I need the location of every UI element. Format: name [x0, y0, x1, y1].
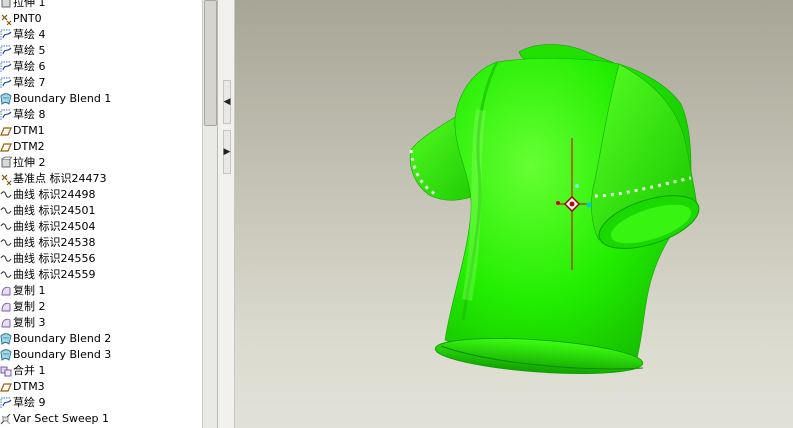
- tree-item[interactable]: 复制 2: [0, 299, 202, 315]
- boundary-blend-icon: [0, 92, 12, 106]
- tree-item[interactable]: 曲线 标识24556: [0, 251, 202, 267]
- curve-icon: [0, 204, 12, 218]
- copy-icon: [0, 316, 12, 330]
- tree-item-label: DTM2: [13, 140, 45, 153]
- tree-item-label: 草绘 9: [13, 396, 46, 409]
- tree-item[interactable]: 拉伸 2: [0, 155, 202, 171]
- tree-item[interactable]: 草绘 7: [0, 75, 202, 91]
- tree-item[interactable]: 曲线 标识24504: [0, 219, 202, 235]
- graphics-viewport[interactable]: [235, 0, 793, 428]
- tree-item[interactable]: 曲线 标识24538: [0, 235, 202, 251]
- datum-plane-icon: [0, 380, 12, 394]
- sketch-icon: [0, 60, 12, 74]
- tree-item-label: 复制 3: [13, 316, 46, 329]
- tree-item-label: 曲线 标识24556: [13, 252, 96, 265]
- tree-item-label: Boundary Blend 2: [13, 332, 112, 345]
- tree-item[interactable]: 草绘 8: [0, 107, 202, 123]
- scrollbar-thumb[interactable]: [204, 0, 217, 126]
- drag-handle-core: [569, 201, 575, 207]
- tree-item[interactable]: PNT0: [0, 11, 202, 27]
- curve-icon: [0, 188, 12, 202]
- tree-item[interactable]: 草绘 9: [0, 395, 202, 411]
- datum-plane-icon: [0, 124, 12, 138]
- var-sect-sweep-icon: [0, 412, 12, 426]
- tree-item-label: 基准点 标识24473: [13, 172, 107, 185]
- sketch-icon: [0, 44, 12, 58]
- tree-item[interactable]: 复制 1: [0, 283, 202, 299]
- drag-handle-node-top: [575, 184, 579, 188]
- chevron-left-icon: ◀: [223, 97, 231, 107]
- model-tree-scrollbar[interactable]: [202, 0, 218, 428]
- tree-item-label: 草绘 4: [13, 28, 46, 41]
- sketch-icon: [0, 28, 12, 42]
- tree-item-label: Boundary Blend 3: [13, 348, 112, 361]
- tree-item[interactable]: Var Sect Sweep 1: [0, 411, 202, 427]
- tree-item-label: 草绘 8: [13, 108, 46, 121]
- extrude-icon: [0, 0, 12, 10]
- tree-item-label: 曲线 标识24538: [13, 236, 96, 249]
- datum-point-icon: [0, 12, 12, 26]
- tree-item-label: 拉伸 2: [13, 156, 46, 169]
- tree-item-label: 曲线 标识24501: [13, 204, 96, 217]
- tree-item[interactable]: 基准点 标识24473: [0, 171, 202, 187]
- tree-item[interactable]: Boundary Blend 1: [0, 91, 202, 107]
- tree-item[interactable]: 草绘 4: [0, 27, 202, 43]
- tree-item-label: Boundary Blend 1: [13, 92, 112, 105]
- chevron-right-icon: ▶: [223, 147, 231, 157]
- collapse-panel-button[interactable]: ◀: [223, 80, 231, 124]
- sketch-icon: [0, 108, 12, 122]
- tree-item-label: Var Sect Sweep 1: [13, 412, 110, 425]
- tree-item-label: DTM3: [13, 380, 45, 393]
- tree-item[interactable]: DTM1: [0, 123, 202, 139]
- tree-item[interactable]: Boundary Blend 2: [0, 331, 202, 347]
- drag-handle-node-left: [556, 201, 560, 205]
- copy-icon: [0, 284, 12, 298]
- model-tree-list: 拉伸 1 PNT0 草绘 4 草绘 5 草绘 6 草绘 7 Boundary Blend 1…: [0, 0, 202, 427]
- tree-item[interactable]: 草绘 5: [0, 43, 202, 59]
- model-tree-panel: 拉伸 1 PNT0 草绘 4 草绘 5 草绘 6 草绘 7 Boundary Blend 1…: [0, 0, 202, 428]
- tree-item-label: 草绘 7: [13, 76, 46, 89]
- extrude-icon: [0, 156, 12, 170]
- sketch-icon: [0, 396, 12, 410]
- tree-item-label: 拉伸 1: [13, 0, 46, 9]
- curve-icon: [0, 220, 12, 234]
- tree-item[interactable]: 拉伸 1: [0, 0, 202, 11]
- tree-item[interactable]: 曲线 标识24559: [0, 267, 202, 283]
- expand-panel-button[interactable]: ▶: [223, 130, 231, 174]
- tree-item[interactable]: 复制 3: [0, 315, 202, 331]
- t-shirt-model[interactable]: [409, 44, 705, 380]
- tree-item-label: PNT0: [13, 12, 42, 25]
- tree-item[interactable]: 草绘 6: [0, 59, 202, 75]
- boundary-blend-icon: [0, 348, 12, 362]
- tree-item-label: DTM1: [13, 124, 45, 137]
- tree-item-label: 合并 1: [13, 364, 46, 377]
- boundary-blend-icon: [0, 332, 12, 346]
- panel-splitter[interactable]: ◀ ▶: [218, 0, 235, 428]
- merge-icon: [0, 364, 12, 378]
- tree-item-label: 曲线 标识24498: [13, 188, 96, 201]
- tree-item-label: 草绘 6: [13, 60, 46, 73]
- tree-item-label: 草绘 5: [13, 44, 46, 57]
- datum-point-icon: [0, 172, 12, 186]
- tree-item[interactable]: 曲线 标识24498: [0, 187, 202, 203]
- tree-item[interactable]: 曲线 标识24501: [0, 203, 202, 219]
- tree-item[interactable]: DTM3: [0, 379, 202, 395]
- model-canvas[interactable]: [235, 0, 793, 428]
- copy-icon: [0, 300, 12, 314]
- drag-handle-node-right: [586, 202, 592, 208]
- tree-item[interactable]: DTM2: [0, 139, 202, 155]
- curve-icon: [0, 268, 12, 282]
- tree-item[interactable]: Boundary Blend 3: [0, 347, 202, 363]
- sketch-icon: [0, 76, 12, 90]
- curve-icon: [0, 236, 12, 250]
- tree-item-label: 复制 1: [13, 284, 46, 297]
- tree-item-label: 曲线 标识24504: [13, 220, 96, 233]
- tree-item-label: 复制 2: [13, 300, 46, 313]
- tree-item-label: 曲线 标识24559: [13, 268, 96, 281]
- tree-item[interactable]: 合并 1: [0, 363, 202, 379]
- datum-plane-icon: [0, 140, 12, 154]
- curve-icon: [0, 252, 12, 266]
